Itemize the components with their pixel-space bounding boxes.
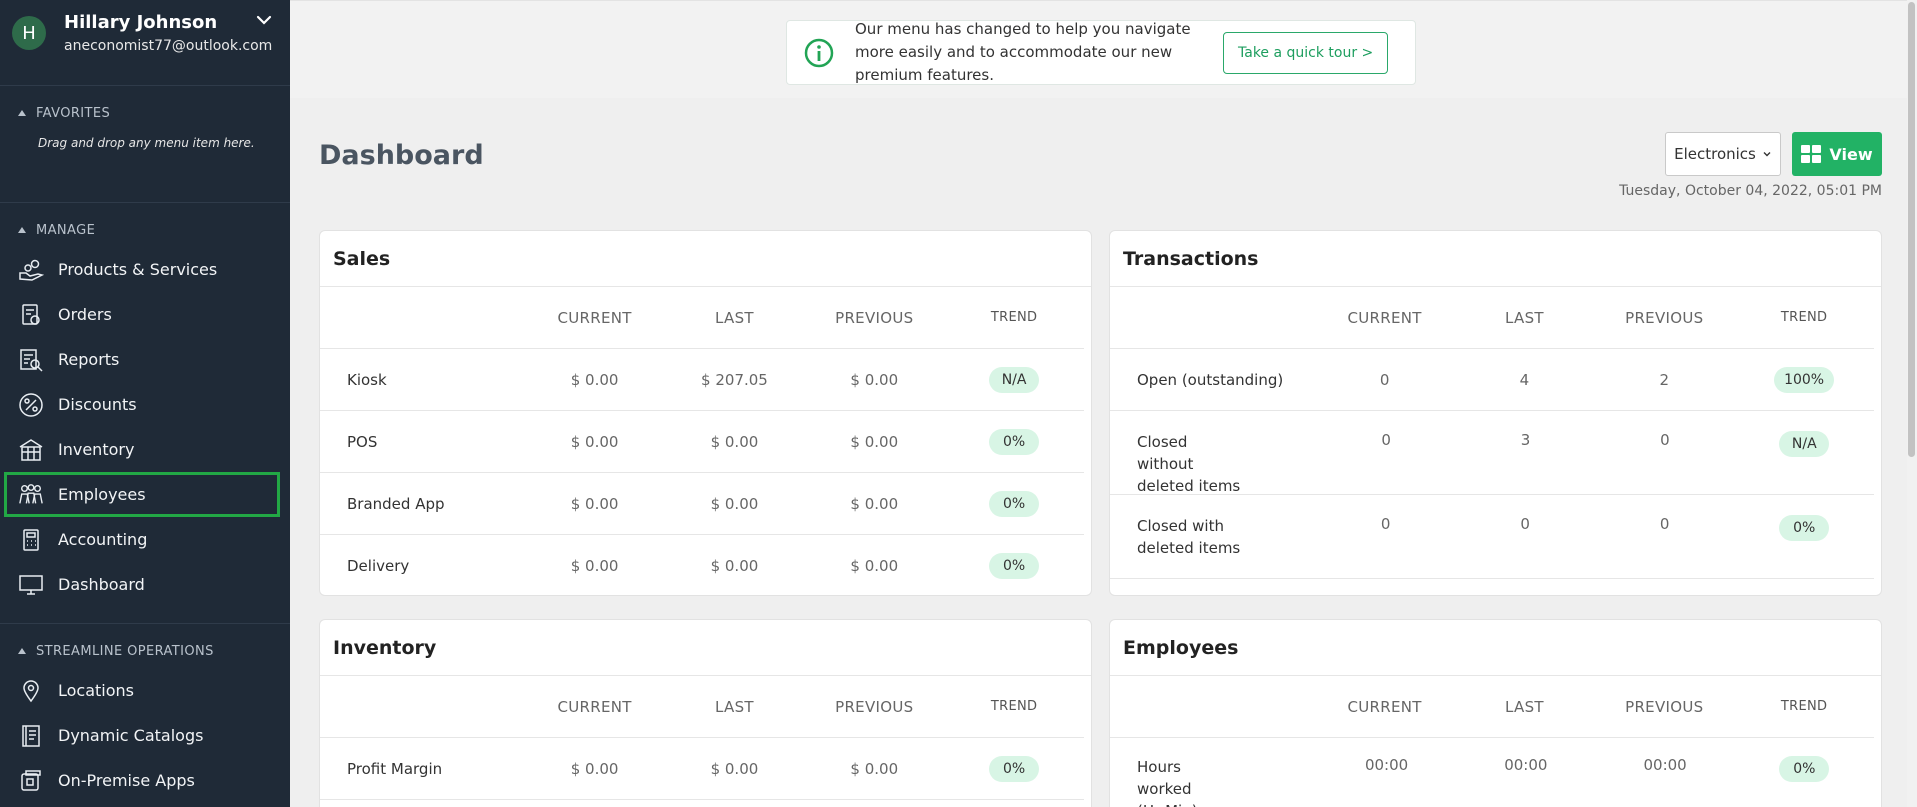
discounts-icon [18,392,44,418]
accounting-icon [18,527,44,553]
caret-up-icon [18,648,26,654]
table-row: Profit Margin $ 0.00 $ 0.00 $ 0.00 0% [320,738,1084,800]
category-dropdown[interactable]: Electronics [1665,132,1781,176]
top-banner-area: Our menu has changed to help you navigat… [290,0,1917,98]
trend-badge: N/A [1779,431,1830,457]
table-header: CURRENT LAST PREVIOUS TREND [320,676,1084,738]
transactions-card: Transactions CURRENT LAST PREVIOUS TREND… [1109,230,1882,596]
quick-tour-button[interactable]: Take a quick tour > [1223,31,1389,74]
sidebar-item-orders[interactable]: Orders [0,292,290,337]
sidebar: H Hillary Johnson aneconomist77@outlook.… [0,0,290,807]
trend-badge: 0% [989,428,1040,455]
favorites-note: Drag and drop any menu item here. [38,136,255,150]
trend-badge: N/A [989,366,1040,393]
sales-card: Sales CURRENT LAST PREVIOUS TREND Kiosk … [319,230,1092,596]
favorites-header[interactable]: FAVORITES [0,100,290,126]
table-row: POS $ 0.00 $ 0.00 $ 0.00 0% [320,411,1084,473]
sidebar-item-discounts[interactable]: Discounts [0,382,290,427]
current-datetime: Tuesday, October 04, 2022, 05:01 PM [1619,183,1882,199]
chevron-down-icon[interactable] [254,10,274,30]
sidebar-item-dynamic-catalogs[interactable]: Dynamic Catalogs [0,713,290,758]
products-icon [18,257,44,283]
inventory-icon [18,437,44,463]
chevron-down-icon [1762,149,1772,159]
table-row: Closed with deleted items 0 0 0 0% [1110,495,1874,579]
view-button[interactable]: View [1792,132,1882,176]
sidebar-item-inventory[interactable]: Inventory [0,427,290,472]
caret-up-icon [18,110,26,116]
notice-text: Our menu has changed to help you navigat… [855,20,1191,84]
table-row: Closed without deleted items 0 3 0 N/A [1110,411,1874,495]
trend-badge: 0% [989,755,1040,782]
sidebar-item-dashboard[interactable]: Dashboard [0,562,290,607]
avatar: H [12,16,46,50]
table-row: Delivery $ 0.00 $ 0.00 $ 0.00 0% [320,535,1084,595]
streamline-header[interactable]: STREAMLINE OPERATIONS [0,638,290,664]
table-header: CURRENT LAST PREVIOUS TREND [1110,676,1874,738]
card-title: Sales [320,231,1091,287]
apps-icon [18,768,44,794]
sidebar-item-reports[interactable]: Reports [0,337,290,382]
sidebar-item-products-services[interactable]: Products & Services [0,247,290,292]
sidebar-item-locations[interactable]: Locations [0,668,290,713]
trend-badge: 0% [1779,515,1830,541]
table-header: CURRENT LAST PREVIOUS TREND [1110,287,1874,349]
user-name: Hillary Johnson [64,12,218,33]
page-title: Dashboard [319,140,484,171]
vertical-scrollbar[interactable] [1907,0,1917,807]
card-title: Transactions [1110,231,1881,287]
user-email: aneconomist77@outlook.com [64,38,273,54]
location-icon [18,678,44,704]
card-title: Inventory [320,620,1091,676]
scrollbar-thumb[interactable] [1908,2,1915,457]
inventory-card: Inventory CURRENT LAST PREVIOUS TREND Pr… [319,619,1092,807]
employees-card: Employees CURRENT LAST PREVIOUS TREND Ho… [1109,619,1882,807]
manage-header[interactable]: MANAGE [0,217,290,243]
menu-change-notice: Our menu has changed to help you navigat… [786,20,1416,85]
table-row: Branded App $ 0.00 $ 0.00 $ 0.00 0% [320,473,1084,535]
orders-icon [18,302,44,328]
trend-badge: 0% [989,490,1040,517]
table-row: Hours worked (Hr:Min) 00:00 00:00 00:00 … [1110,738,1874,807]
table-header: CURRENT LAST PREVIOUS TREND [320,287,1084,349]
catalog-icon [18,723,44,749]
info-icon [803,37,835,69]
employees-icon [18,482,44,508]
user-profile[interactable]: H Hillary Johnson aneconomist77@outlook.… [0,0,290,65]
sidebar-item-on-premise-apps[interactable]: On-Premise Apps [0,758,290,803]
main-content: Our menu has changed to help you navigat… [290,0,1917,807]
trend-badge: 100% [1774,366,1835,393]
card-title: Employees [1110,620,1881,676]
table-row: Open (outstanding) 0 4 2 100% [1110,349,1874,411]
dashboard-icon [18,572,44,598]
sidebar-item-employees[interactable]: Employees [4,472,280,517]
trend-badge: 0% [1779,756,1830,782]
sidebar-item-accounting[interactable]: Accounting [0,517,290,562]
trend-badge: 0% [989,553,1040,579]
caret-up-icon [18,227,26,233]
reports-icon [18,347,44,373]
table-row: Kiosk $ 0.00 $ 207.05 $ 0.00 N/A [320,349,1084,411]
grid-icon [1801,145,1822,163]
